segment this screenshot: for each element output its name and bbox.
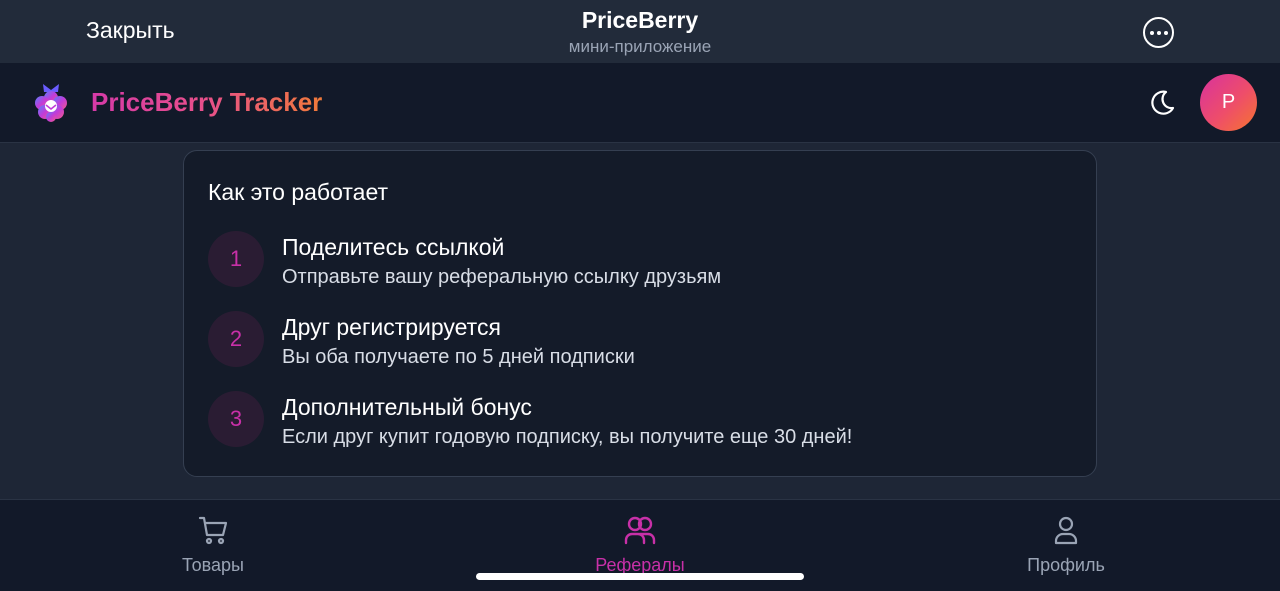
how-it-works-card: Как это работает 1 Поделитесь ссылкой От… <box>183 150 1097 477</box>
home-indicator <box>476 573 804 580</box>
user-icon <box>1054 516 1078 545</box>
card-title: Как это работает <box>208 179 389 205</box>
step-description: Если друг купит годовую подписку, вы пол… <box>282 426 853 448</box>
step-title: Поделитесь ссылкой <box>282 234 505 260</box>
step-item: 3 Дополнительный бонус Если друг купит г… <box>208 391 1078 451</box>
step-number: 2 <box>208 311 264 367</box>
users-icon <box>624 516 656 545</box>
step-item: 1 Поделитесь ссылкой Отправьте вашу рефе… <box>208 231 1078 291</box>
more-horizontal-icon[interactable] <box>1143 17 1174 48</box>
nav-label: Профиль <box>1027 555 1105 575</box>
cart-icon <box>198 516 228 545</box>
telegram-header: Закрыть PriceBerry мини-приложение <box>0 0 1280 63</box>
step-description: Вы оба получаете по 5 дней подписки <box>282 346 635 368</box>
nav-label: Товары <box>182 555 244 575</box>
step-description: Отправьте вашу реферальную ссылку друзья… <box>282 266 722 288</box>
mini-app-subtitle: мини-приложение <box>568 37 712 56</box>
step-item: 2 Друг регистрируется Вы оба получаете п… <box>208 311 1078 371</box>
brand-title: PriceBerry Tracker <box>91 87 323 117</box>
nav-item-profile[interactable]: Профиль <box>966 500 1166 591</box>
mini-app-title: PriceBerry <box>581 7 699 33</box>
step-number: 3 <box>208 391 264 447</box>
raspberry-logo-icon <box>35 84 67 122</box>
avatar[interactable]: P <box>1200 74 1257 131</box>
step-number: 1 <box>208 231 264 287</box>
step-title: Друг регистрируется <box>282 314 501 340</box>
step-title: Дополнительный бонус <box>282 394 532 420</box>
moon-icon[interactable] <box>1147 88 1177 118</box>
app-header: PriceBerry Tracker P <box>0 63 1280 143</box>
nav-item-products[interactable]: Товары <box>113 500 313 591</box>
